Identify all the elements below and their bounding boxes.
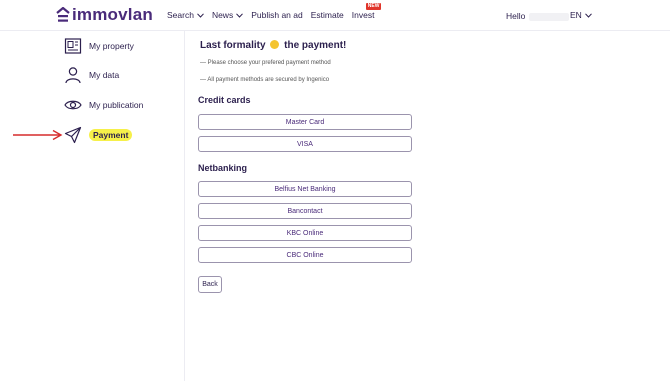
nav-publish-an-ad[interactable]: Publish an ad [251,10,303,20]
title-part-1: Last formality [200,40,266,51]
account-sidebar: My property My data My publication Payme… [0,30,185,381]
nav-invest-label: Invest [351,10,375,20]
main-nav: Search News Publish an ad Estimate Inves… [167,3,382,20]
nav-news[interactable]: News [211,10,244,20]
brand-name: immovlan [72,5,153,24]
paper-plane-icon [64,126,82,144]
sidebar-item-label: My data [89,70,120,80]
instruction-note: — Please choose your prefered payment me… [200,60,331,66]
sidebar-item-label: Payment [89,129,133,141]
back-button[interactable]: Back [198,276,222,293]
bancontact-button[interactable]: Bancontact [198,203,412,219]
eye-icon [64,100,82,110]
netbanking-heading: Netbanking [198,163,248,173]
title-part-2: the payment! [284,40,347,51]
sidebar-item-payment[interactable]: Payment [64,126,133,144]
nav-estimate-label: Estimate [310,10,344,20]
chevron-down-icon [584,12,592,18]
nav-publish-label: Publish an ad [251,10,303,20]
kbc-online-button[interactable]: KBC Online [198,225,412,241]
page-title: Last formality the payment! [200,40,346,51]
master-card-button[interactable]: Master Card [198,114,412,130]
smile-emoji-icon [270,40,280,49]
language-label: EN [570,10,582,20]
greeting-label: Hello [506,11,526,21]
nav-search[interactable]: Search [167,10,204,20]
credit-cards-heading: Credit cards [198,95,251,105]
security-note: — All payment methods are secured by Ing… [200,77,330,83]
language-selector[interactable]: EN [570,10,592,20]
sidebar-item-my-data[interactable]: My data [64,66,119,84]
top-header: immovlan Search News Publish an ad Estim… [0,0,670,31]
red-arrow-annotation-icon [13,129,63,141]
user-icon [65,67,81,84]
nav-invest[interactable]: Invest NEW [351,3,382,20]
new-badge: NEW [365,3,382,10]
house-logo-icon [56,7,70,22]
redacted-user-name [529,12,570,21]
nav-news-label: News [211,10,234,20]
cbc-online-button[interactable]: CBC Online [198,247,412,263]
user-greeting[interactable]: Hello [506,11,570,21]
sidebar-item-label: My property [89,41,134,51]
sidebar-item-my-publication[interactable]: My publication [64,96,143,114]
sidebar-item-my-property[interactable]: My property [64,37,134,55]
visa-button[interactable]: VISA [198,136,412,152]
chevron-down-icon [197,12,204,18]
nav-search-label: Search [167,10,194,20]
nav-estimate[interactable]: Estimate [311,10,344,20]
sidebar-item-label: My publication [89,100,144,110]
chevron-down-icon [236,12,244,18]
belfius-net-banking-button[interactable]: Belfius Net Banking [198,181,412,197]
immovlan-logo[interactable]: immovlan [56,5,153,25]
building-icon [64,38,82,54]
